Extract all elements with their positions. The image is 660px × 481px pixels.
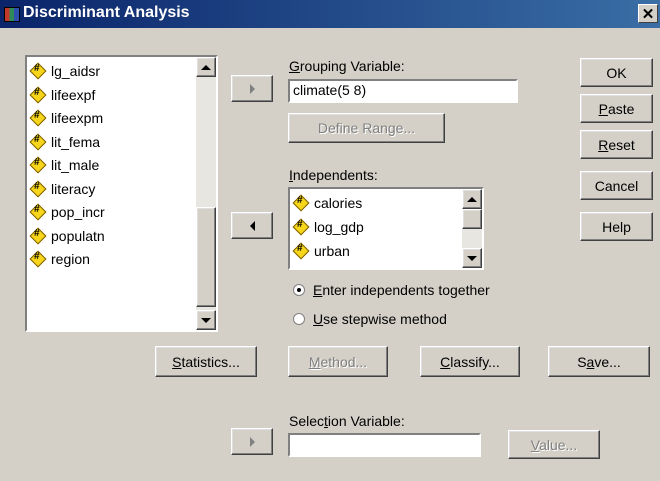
- variable-name: calories: [314, 195, 363, 211]
- list-item[interactable]: lg_aidsr: [31, 61, 100, 81]
- value-button[interactable]: Value...: [508, 430, 600, 459]
- scale-variable-icon: [31, 251, 45, 266]
- variable-name: literacy: [51, 180, 96, 197]
- variable-name: populatn: [51, 227, 105, 244]
- enter-together-radio[interactable]: Enter independents together: [293, 282, 490, 298]
- paste-button[interactable]: Paste: [580, 94, 653, 123]
- list-item[interactable]: populatn: [31, 226, 105, 246]
- source-list-scrollbar[interactable]: [196, 57, 216, 330]
- method-button[interactable]: Method...: [288, 346, 388, 377]
- scale-variable-icon: [294, 219, 308, 234]
- help-label: Help: [602, 218, 631, 235]
- ok-label: OK: [606, 64, 627, 81]
- list-item[interactable]: pop_incr: [31, 202, 105, 222]
- move-to-selection-button[interactable]: [231, 428, 273, 455]
- variable-name: lifeexpm: [51, 110, 104, 126]
- statistics-button[interactable]: Statistics...: [155, 346, 257, 377]
- radio-unchecked-icon: [293, 313, 305, 325]
- list-item[interactable]: log_gdp: [294, 217, 364, 237]
- save-label: Save...: [577, 353, 621, 370]
- source-variable-list[interactable]: lg_aidsr lifeexpf lifeexpm lit_fema lit_male…: [25, 55, 218, 332]
- scroll-down-button[interactable]: [196, 310, 216, 330]
- scroll-thumb[interactable]: [196, 207, 216, 307]
- scale-variable-icon: [31, 228, 45, 243]
- title-bar[interactable]: Discriminant Analysis ✕: [0, 0, 660, 28]
- scale-variable-icon: [31, 110, 45, 125]
- discriminant-analysis-dialog: Discriminant Analysis ✕ lg_aidsr lifeexpf…: [0, 0, 660, 481]
- save-button[interactable]: Save...: [548, 346, 650, 377]
- scale-variable-icon: [31, 87, 45, 102]
- cancel-label: Cancel: [594, 177, 639, 194]
- list-item[interactable]: lifeexpm: [31, 108, 103, 128]
- independents-list[interactable]: calories log_gdpurban: [288, 187, 484, 270]
- scale-variable-icon: [31, 157, 45, 172]
- paste-label: Paste: [598, 100, 635, 117]
- list-item[interactable]: calories: [294, 193, 362, 213]
- classify-button[interactable]: Classify...: [420, 346, 520, 377]
- up-arrow-icon: [467, 196, 477, 202]
- close-button[interactable]: ✕: [638, 4, 658, 23]
- spss-app-icon: [4, 7, 20, 22]
- selection-variable-field[interactable]: [288, 433, 481, 457]
- indep-scroll-down-button[interactable]: [462, 248, 482, 268]
- down-arrow-icon: [467, 255, 477, 261]
- statistics-label: Statistics...: [172, 353, 240, 370]
- list-item[interactable]: lit_fema: [31, 132, 100, 152]
- list-item[interactable]: literacy: [31, 179, 95, 199]
- list-item[interactable]: region: [31, 249, 90, 269]
- ok-button[interactable]: OK: [580, 58, 653, 87]
- scale-variable-icon: [31, 63, 45, 78]
- help-button[interactable]: Help: [580, 212, 653, 241]
- variable-name: urban: [314, 243, 350, 259]
- method-label: Method...: [308, 353, 368, 370]
- selection-variable-label: Selection Variable:: [289, 413, 405, 429]
- classify-label: Classify...: [440, 353, 500, 370]
- stepwise-radio[interactable]: Use stepwise method: [293, 311, 447, 327]
- grouping-variable-value: climate(5 8): [293, 82, 367, 98]
- variable-name: pop_incr: [51, 204, 105, 220]
- grouping-variable-field[interactable]: climate(5 8): [288, 79, 518, 103]
- move-independents-button[interactable]: [231, 212, 273, 239]
- scale-variable-icon: [31, 181, 45, 196]
- scroll-up-button[interactable]: [196, 57, 216, 77]
- list-item[interactable]: lit_male: [31, 155, 99, 175]
- list-item[interactable]: urban: [294, 241, 350, 261]
- variable-name: region: [51, 251, 90, 267]
- scale-variable-icon: [294, 195, 308, 210]
- define-range-label: Define Range...: [317, 120, 416, 136]
- variable-name: lifeexpf: [51, 86, 96, 103]
- scale-variable-icon: [31, 204, 45, 219]
- variable-name: lg_aidsr: [51, 63, 101, 79]
- down-arrow-icon: [201, 317, 211, 323]
- define-range-button[interactable]: Define Range...: [288, 113, 445, 143]
- scale-variable-icon: [294, 243, 308, 258]
- scale-variable-icon: [31, 134, 45, 149]
- independents-scrollbar[interactable]: [462, 189, 482, 268]
- reset-button[interactable]: Reset: [580, 130, 653, 159]
- enter-together-label: Enter independents together: [313, 282, 490, 298]
- window-title: Discriminant Analysis: [23, 4, 190, 21]
- indep-scroll-up-button[interactable]: [462, 189, 482, 209]
- variable-name: log_gdp: [314, 219, 364, 235]
- radio-checked-icon: [293, 284, 305, 296]
- list-item[interactable]: lifeexpf: [31, 85, 95, 105]
- up-arrow-icon: [201, 64, 211, 70]
- variable-name: lit_fema: [51, 133, 101, 150]
- indep-scroll-thumb[interactable]: [462, 209, 482, 229]
- reset-label: Reset: [598, 136, 635, 153]
- variable-name: lit_male: [51, 157, 100, 173]
- move-to-grouping-button[interactable]: [231, 75, 273, 102]
- right-arrow-icon: [249, 83, 255, 94]
- stepwise-label: Use stepwise method: [313, 311, 447, 327]
- left-arrow-icon: [249, 220, 255, 231]
- cancel-button[interactable]: Cancel: [580, 171, 653, 200]
- value-label: Value...: [530, 436, 578, 453]
- independents-label: Independents:: [289, 167, 378, 183]
- grouping-variable-label: Grouping Variable:: [289, 58, 405, 74]
- right-arrow-icon: [249, 436, 255, 447]
